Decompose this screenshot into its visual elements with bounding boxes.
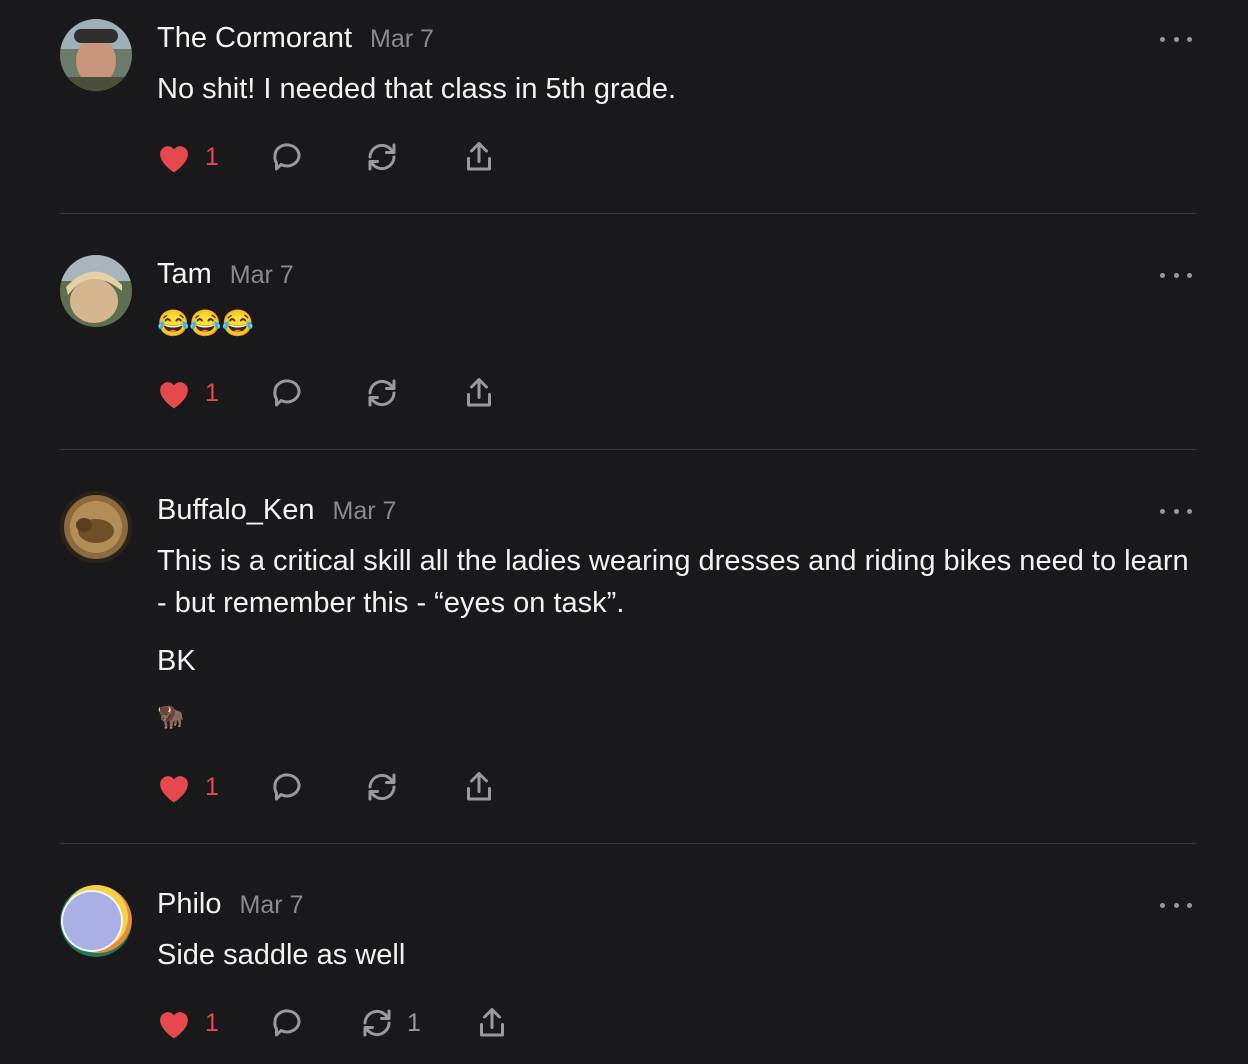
speech-bubble-icon [273, 379, 301, 407]
like-button[interactable]: 1 [155, 373, 219, 413]
speech-bubble-icon [273, 1009, 301, 1037]
refresh-icon [368, 773, 396, 801]
more-options-button[interactable] [1160, 267, 1192, 283]
comment-text: 😂😂😂 [157, 308, 255, 338]
more-options-button[interactable] [1160, 897, 1192, 913]
avatar[interactable] [60, 491, 132, 563]
share-upload-icon [467, 772, 491, 801]
refresh-icon [368, 379, 396, 407]
heart-icon [160, 146, 188, 173]
like-count: 1 [205, 1008, 219, 1037]
share-button[interactable] [461, 767, 497, 807]
comment-emoji: 🦬 [157, 704, 185, 729]
share-upload-icon [480, 1008, 504, 1037]
avatar[interactable] [60, 255, 132, 327]
refresh-icon [363, 1009, 391, 1037]
heart-icon [160, 382, 188, 409]
comment-date[interactable]: Mar 7 [333, 497, 397, 525]
author-label[interactable]: Tam [157, 258, 212, 290]
comment-divider [60, 449, 1196, 450]
reply-button[interactable] [268, 767, 306, 807]
like-count: 1 [205, 772, 219, 801]
heart-icon [160, 1012, 188, 1039]
comment-divider [60, 843, 1196, 844]
author-name[interactable]: Philo Mar 7 [157, 888, 303, 921]
comment-body: No shit! I needed that class in 5th grad… [157, 68, 1197, 110]
restack-button[interactable] [364, 767, 400, 807]
author-name[interactable]: Tam Mar 7 [157, 258, 294, 291]
comment-date[interactable]: Mar 7 [370, 25, 434, 53]
share-button[interactable] [474, 1003, 510, 1043]
comment-body: This is a critical skill all the ladies … [157, 540, 1197, 738]
comment-body: Side saddle as well [157, 934, 1197, 976]
author-label[interactable]: Philo [157, 888, 222, 920]
more-options-button[interactable] [1160, 31, 1192, 47]
more-options-button[interactable] [1160, 503, 1192, 519]
restack-button[interactable]: 1 [359, 1003, 421, 1043]
ellipsis-icon [1160, 272, 1165, 278]
comment-divider [60, 213, 1196, 214]
author-label[interactable]: Buffalo_Ken [157, 494, 315, 526]
like-button[interactable]: 1 [155, 1003, 219, 1043]
refresh-icon [368, 143, 396, 171]
ellipsis-icon [1160, 36, 1165, 42]
avatar[interactable] [60, 19, 132, 91]
comment-text: No shit! I needed that class in 5th grad… [157, 73, 677, 105]
share-button[interactable] [461, 373, 497, 413]
comment-date[interactable]: Mar 7 [230, 261, 294, 289]
reply-button[interactable] [268, 1003, 306, 1043]
comment-signature: BK [157, 645, 196, 677]
like-count: 1 [205, 142, 219, 171]
avatar[interactable] [60, 885, 132, 957]
like-button[interactable]: 1 [155, 767, 219, 807]
speech-bubble-icon [273, 143, 301, 171]
author-label[interactable]: The Cormorant [157, 22, 352, 54]
share-button[interactable] [461, 137, 497, 177]
comment-date[interactable]: Mar 7 [240, 891, 304, 919]
reply-button[interactable] [268, 373, 306, 413]
author-name[interactable]: The Cormorant Mar 7 [157, 22, 434, 55]
author-name[interactable]: Buffalo_Ken Mar 7 [157, 494, 396, 527]
restack-button[interactable] [364, 373, 400, 413]
comment-body: 😂😂😂 [157, 302, 1197, 344]
share-upload-icon [467, 142, 491, 171]
share-upload-icon [467, 378, 491, 407]
like-count: 1 [205, 378, 219, 407]
ellipsis-icon [1160, 902, 1165, 908]
speech-bubble-icon [273, 773, 301, 801]
restack-button[interactable] [364, 137, 400, 177]
comment-text: This is a critical skill all the ladies … [157, 545, 1189, 619]
like-button[interactable]: 1 [155, 137, 219, 177]
comment-text: Side saddle as well [157, 939, 406, 971]
ellipsis-icon [1160, 508, 1165, 514]
restack-count: 1 [407, 1008, 421, 1037]
reply-button[interactable] [268, 137, 306, 177]
heart-icon [160, 776, 188, 803]
